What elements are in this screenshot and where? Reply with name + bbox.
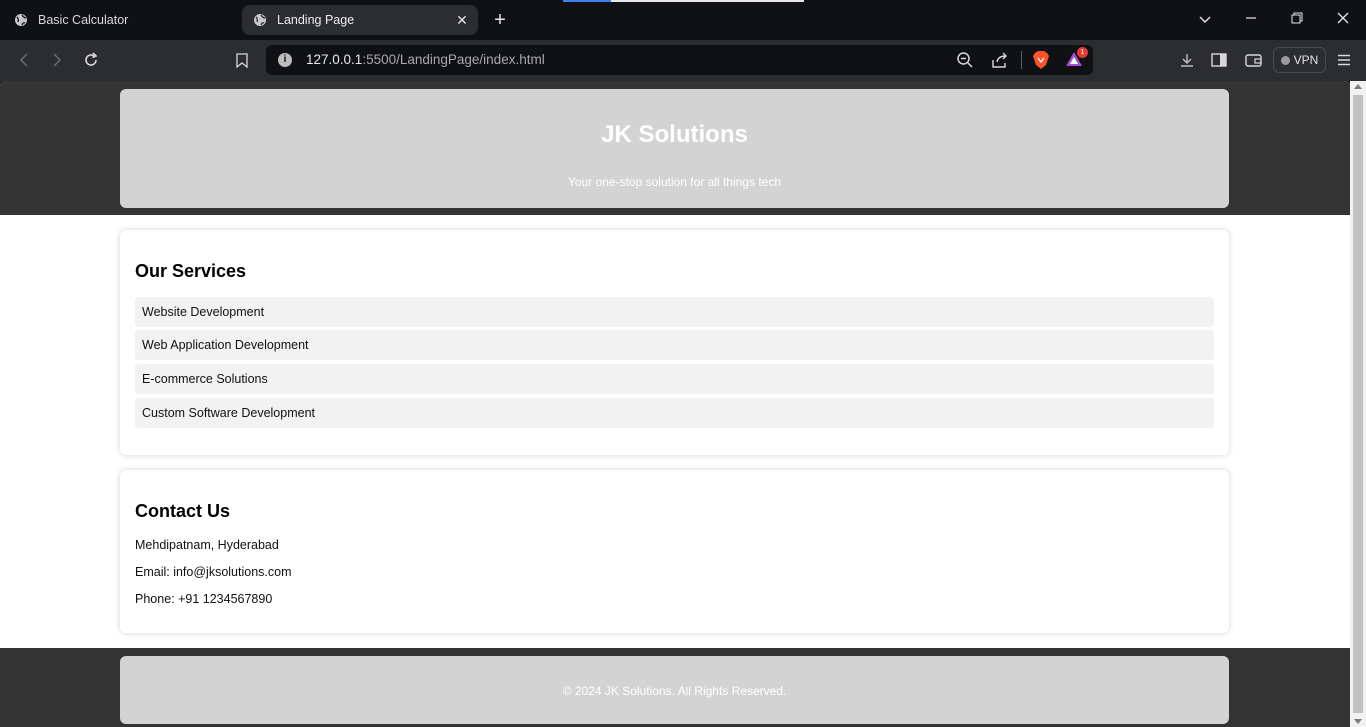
- contact-address: Mehdipatnam, Hyderabad: [135, 538, 279, 552]
- browser-toolbar: i 127.0.0.1:5500/LandingPage/index.html …: [0, 40, 1366, 81]
- scrollbar-thumb[interactable]: [1353, 95, 1363, 713]
- url-text[interactable]: 127.0.0.1:5500/LandingPage/index.html: [306, 52, 545, 67]
- sidebar-toggle-icon[interactable]: [1209, 50, 1229, 70]
- contact-heading: Contact Us: [135, 501, 231, 521]
- download-icon[interactable]: [1177, 50, 1197, 70]
- vertical-scrollbar[interactable]: [1350, 81, 1366, 727]
- contact-section: Contact Us Mehdipatnam, Hyderabad Email:…: [120, 470, 1229, 633]
- tab-landing-page[interactable]: Landing Page ✕: [242, 5, 478, 35]
- tab-basic-calculator[interactable]: Basic Calculator: [14, 5, 234, 35]
- url-host: 127.0.0.1: [306, 52, 363, 67]
- back-icon[interactable]: [14, 50, 34, 70]
- url-path: :5500/LandingPage/index.html: [362, 52, 545, 67]
- share-icon[interactable]: [991, 51, 1009, 74]
- reload-icon[interactable]: [81, 50, 101, 70]
- close-window-icon[interactable]: [1333, 10, 1353, 30]
- scroll-up-arrow-icon[interactable]: [1354, 84, 1362, 89]
- wallet-icon[interactable]: [1243, 50, 1263, 70]
- site-footer: © 2024 JK Solutions. All Rights Reserved…: [0, 648, 1350, 727]
- rewards-count-badge: 1: [1077, 47, 1088, 58]
- tab-strip-indicator: [611, 0, 804, 2]
- footer-card: © 2024 JK Solutions. All Rights Reserved…: [120, 656, 1229, 724]
- new-tab-icon[interactable]: +: [490, 9, 510, 31]
- site-info-icon[interactable]: i: [278, 53, 292, 67]
- tab-label: Landing Page: [277, 13, 355, 27]
- tab-strip-accent: [563, 0, 611, 2]
- vpn-label: VPN: [1293, 53, 1319, 67]
- site-tagline: Your one-stop solution for all things te…: [567, 175, 782, 189]
- restore-icon[interactable]: [1287, 10, 1307, 30]
- globe-icon: [15, 14, 27, 26]
- tab-label: Basic Calculator: [38, 13, 129, 27]
- brave-rewards-icon[interactable]: 1: [1065, 47, 1088, 72]
- vpn-status-icon: [1280, 55, 1290, 65]
- service-item: Custom Software Development: [135, 398, 1214, 428]
- close-tab-icon[interactable]: ✕: [454, 12, 470, 28]
- vpn-button[interactable]: VPN: [1273, 47, 1326, 73]
- site-title: JK Solutions: [601, 121, 748, 148]
- services-heading: Our Services: [135, 261, 247, 281]
- minimize-icon[interactable]: [1241, 10, 1261, 30]
- bookmark-icon[interactable]: [232, 50, 252, 70]
- contact-phone: Phone: +91 1234567890: [135, 592, 273, 606]
- tab-bar: Basic Calculator Landing Page ✕ +: [0, 0, 1366, 40]
- site-header: JK Solutions Your one-stop solution for …: [0, 81, 1350, 215]
- footer-copyright: © 2024 JK Solutions. All Rights Reserved…: [562, 684, 787, 698]
- forward-icon[interactable]: [47, 50, 67, 70]
- service-item: Website Development: [135, 297, 1214, 327]
- scroll-down-arrow-icon[interactable]: [1354, 719, 1362, 724]
- tab-list-chevron-icon[interactable]: [1195, 10, 1215, 30]
- zoom-icon[interactable]: [956, 51, 974, 74]
- contact-email: Email: info@jksolutions.com: [135, 565, 292, 579]
- service-item: E-commerce Solutions: [135, 364, 1214, 394]
- menu-icon[interactable]: [1334, 50, 1354, 70]
- page-viewport: JK Solutions Your one-stop solution for …: [0, 81, 1350, 727]
- services-section: Our Services Website Development Web App…: [120, 230, 1229, 455]
- service-item: Web Application Development: [135, 330, 1214, 360]
- address-bar[interactable]: i 127.0.0.1:5500/LandingPage/index.html …: [266, 45, 1093, 75]
- brave-shields-icon[interactable]: [1032, 50, 1050, 75]
- header-card: JK Solutions Your one-stop solution for …: [120, 89, 1229, 208]
- globe-icon: [254, 14, 266, 26]
- divider: [1021, 51, 1022, 69]
